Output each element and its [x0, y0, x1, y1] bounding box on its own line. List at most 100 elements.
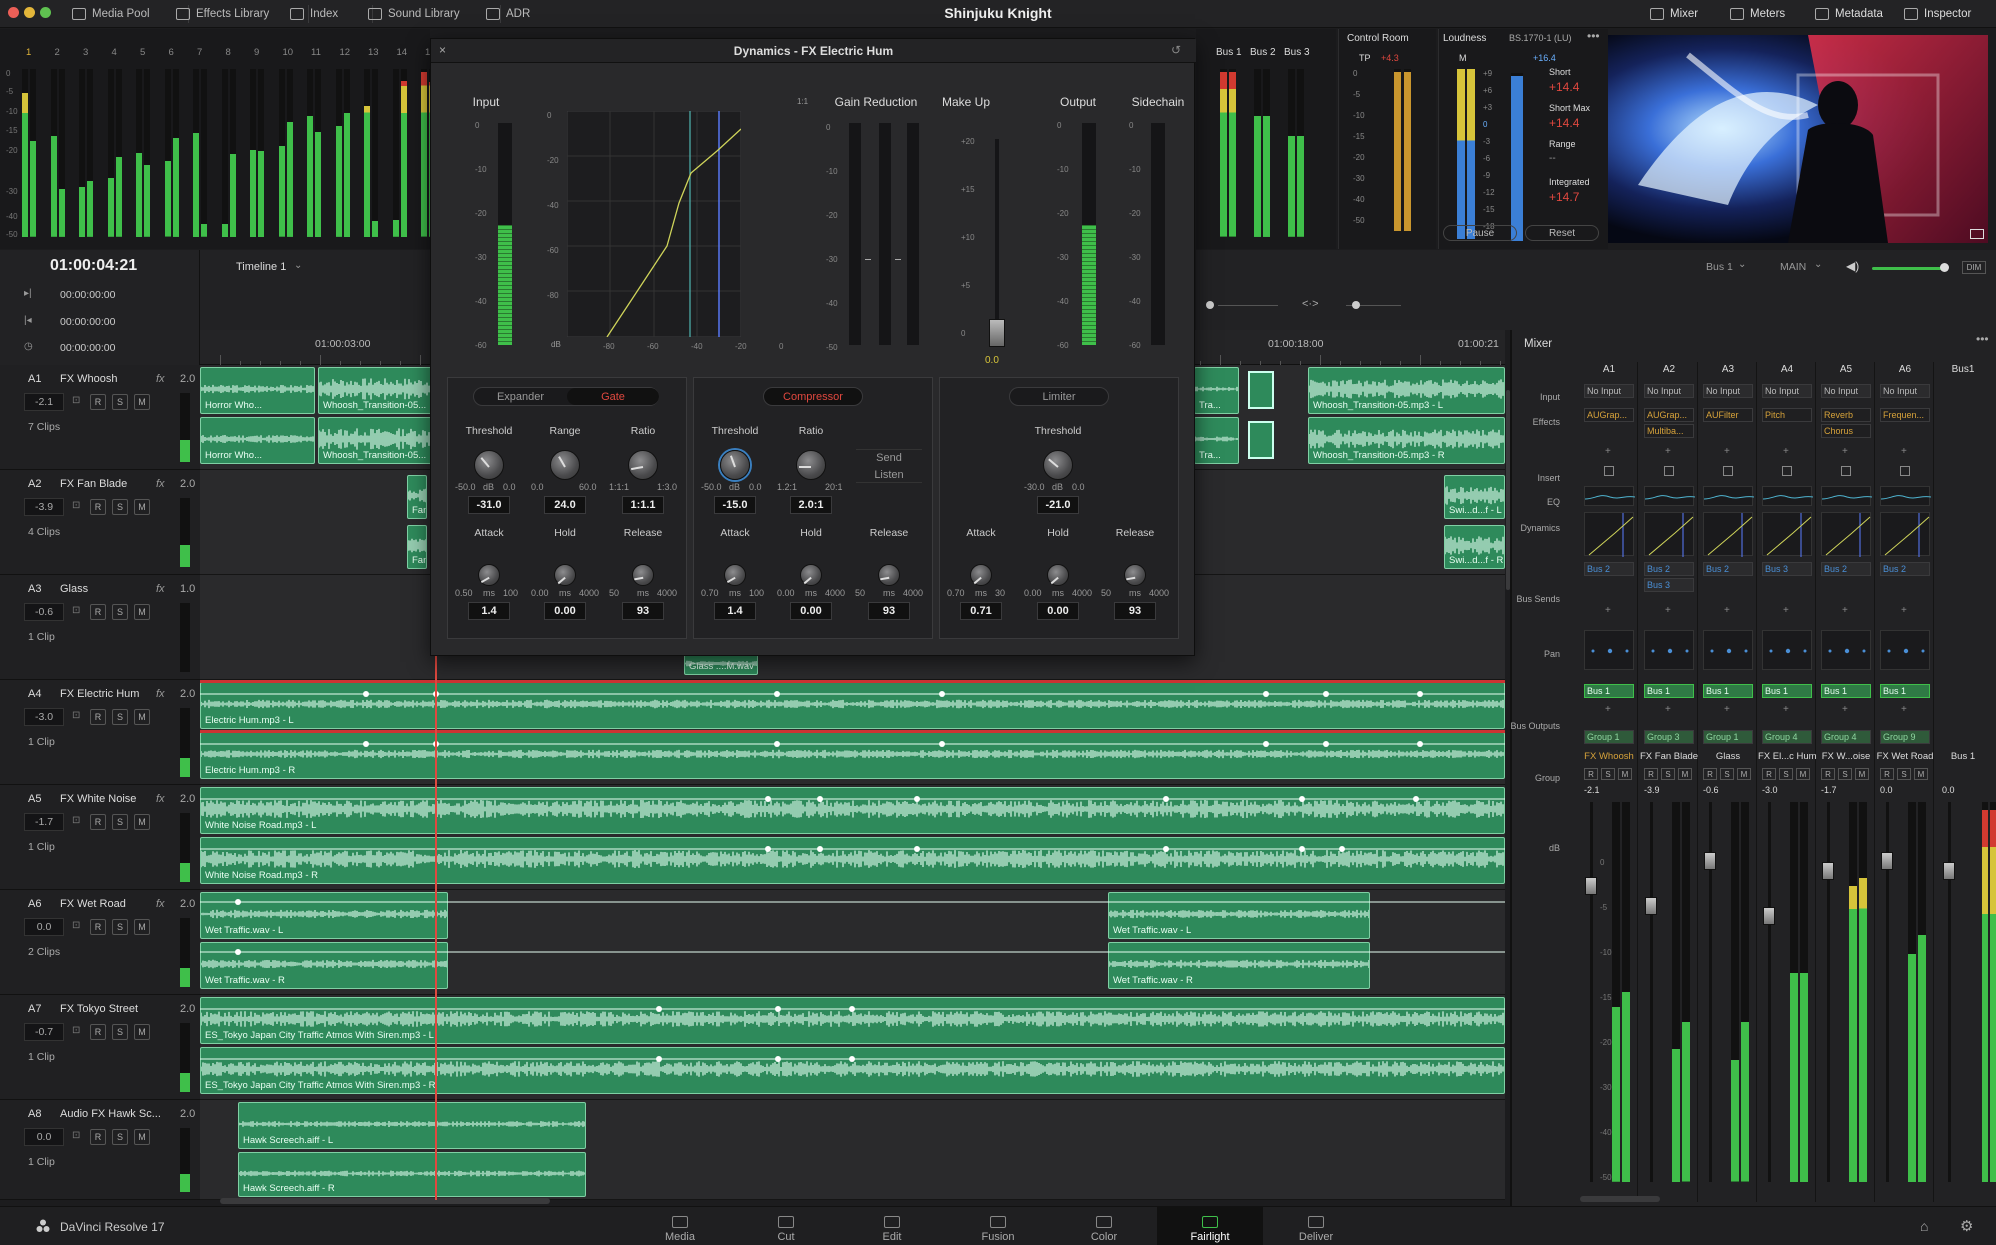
strip-bus-output[interactable]: Bus 1 [1644, 684, 1694, 698]
strip-add-output-icon[interactable]: + [1901, 704, 1907, 715]
strip-add-send-icon[interactable]: + [1605, 605, 1611, 616]
strip-add-output-icon[interactable]: + [1783, 704, 1789, 715]
automation-keyframe[interactable] [235, 949, 241, 955]
automation-keyframe[interactable] [765, 796, 771, 802]
strip-dynamics-thumbnail[interactable] [1644, 512, 1694, 557]
automation-keyframe[interactable] [1339, 846, 1345, 852]
makeup-fader-track[interactable] [995, 139, 999, 339]
mixer-horizontal-scrollbar[interactable] [1580, 1196, 1660, 1202]
track-mute-button[interactable]: M [134, 919, 150, 935]
volume-automation-line[interactable] [200, 1054, 1505, 1064]
compressor-toggle[interactable]: Compressor [763, 387, 863, 406]
strip-eq-thumbnail[interactable] [1703, 486, 1755, 506]
out-timecode[interactable]: 00:00:00:00 [60, 316, 115, 328]
automation-keyframe[interactable] [939, 741, 945, 747]
track-volume-field[interactable]: 0.0 [24, 1128, 64, 1146]
track-name[interactable]: FX Tokyo Street [60, 1003, 138, 1015]
track-lock-icon[interactable]: ⊡ [72, 605, 80, 616]
track-header-a7[interactable]: A7 FX Tokyo Street 2.0 -0.7 ⊡ R S M 1 Clip [0, 995, 200, 1100]
strip-record-arm-button[interactable]: R [1644, 768, 1658, 780]
strip-add-send-icon[interactable]: + [1665, 605, 1671, 616]
audio-clip[interactable]: Whoosh_Transition-05.mp3 - R [1308, 417, 1505, 464]
strip-input-select[interactable]: No Input [1703, 384, 1753, 398]
strip-solo-button[interactable]: S [1779, 768, 1793, 780]
strip-add-effect-icon[interactable]: + [1724, 446, 1730, 457]
track-solo-button[interactable]: S [112, 394, 128, 410]
automation-keyframe[interactable] [1417, 691, 1423, 697]
strip-group[interactable]: Group 3 [1644, 730, 1694, 744]
strip-insert-toggle[interactable] [1604, 466, 1614, 476]
track-name[interactable]: FX Fan Blade [60, 478, 127, 490]
track-lock-icon[interactable]: ⊡ [72, 1130, 80, 1141]
page-tab-edit[interactable]: Edit [839, 1206, 945, 1245]
compressor-ratio-knob[interactable] [796, 450, 826, 480]
automation-keyframe[interactable] [656, 1006, 662, 1012]
audio-clip[interactable]: Hawk Screech.aiff - L [238, 1102, 586, 1149]
automation-keyframe[interactable] [1163, 846, 1169, 852]
gate-threshold-value[interactable]: -31.0 [468, 496, 510, 514]
limiter-hold-knob[interactable] [1047, 564, 1069, 586]
strip-effect-slot[interactable]: Reverb [1821, 408, 1871, 422]
automation-keyframe[interactable] [817, 846, 823, 852]
gate-ratio-knob[interactable] [628, 450, 658, 480]
zoom-slider-handle-left[interactable] [1206, 301, 1214, 309]
strip-fader-handle[interactable] [1943, 862, 1955, 880]
strip-fader-handle[interactable] [1645, 897, 1657, 915]
strip-pan-control[interactable] [1584, 630, 1634, 670]
strip-effect-slot[interactable]: AUGrap... [1644, 408, 1694, 422]
strip-fader-track[interactable] [1590, 802, 1593, 1182]
track-header-a6[interactable]: A6 FX Wet Road fx 2.0 0.0 ⊡ R S M 2 Clips [0, 890, 200, 995]
automation-keyframe[interactable] [1413, 796, 1419, 802]
timeline-chevron-down-icon[interactable]: ⌄ [294, 260, 302, 271]
limiter-release-value[interactable]: 93 [1114, 602, 1156, 620]
monitor-volume-slider[interactable] [1872, 267, 1942, 270]
strip-dynamics-thumbnail[interactable] [1703, 512, 1753, 557]
strip-mute-button[interactable]: M [1618, 768, 1632, 780]
track-mute-button[interactable]: M [134, 394, 150, 410]
strip-group[interactable]: Group 9 [1880, 730, 1930, 744]
strip-group[interactable]: Group 1 [1703, 730, 1753, 744]
track-solo-button[interactable]: S [112, 1024, 128, 1040]
track-header-a4[interactable]: A4 FX Electric Hum fx 2.0 -3.0 ⊡ R S M 1 Clip [0, 680, 200, 785]
track-lock-icon[interactable]: ⊡ [72, 920, 80, 931]
strip-bus-send[interactable]: Bus 2 [1880, 562, 1930, 576]
bus-select[interactable]: Bus 1 [1706, 261, 1733, 273]
compressor-hold-value[interactable]: 0.00 [790, 602, 832, 620]
track-record-arm-button[interactable]: R [90, 814, 106, 830]
settings-gear-icon[interactable]: ⚙ [1960, 1217, 1973, 1235]
strip-add-output-icon[interactable]: + [1842, 704, 1848, 715]
automation-keyframe[interactable] [1263, 741, 1269, 747]
strip-pan-control[interactable] [1703, 630, 1753, 670]
track-record-arm-button[interactable]: R [90, 919, 106, 935]
audio-clip[interactable]: Horror Who... [200, 367, 315, 414]
send-button[interactable]: Send [856, 449, 922, 465]
strip-insert-toggle[interactable] [1664, 466, 1674, 476]
track-lock-icon[interactable]: ⊡ [72, 815, 80, 826]
strip-eq-thumbnail[interactable] [1821, 486, 1873, 506]
dim-button[interactable]: DIM [1962, 261, 1986, 274]
strip-add-effect-icon[interactable]: + [1842, 446, 1848, 457]
audio-clip[interactable]: Swi...d...f - R [1444, 525, 1505, 569]
strip-bus-output[interactable]: Bus 1 [1703, 684, 1753, 698]
automation-keyframe[interactable] [1263, 691, 1269, 697]
track-record-arm-button[interactable]: R [90, 394, 106, 410]
strip-solo-button[interactable]: S [1897, 768, 1911, 780]
automation-keyframe[interactable] [849, 1056, 855, 1062]
track-volume-field[interactable]: 0.0 [24, 918, 64, 936]
strip-pan-control[interactable] [1821, 630, 1871, 670]
audio-clip[interactable]: Glass ....M.wav [684, 653, 758, 675]
strip-pan-control[interactable] [1880, 630, 1930, 670]
gate-hold-knob[interactable] [554, 564, 576, 586]
audio-clip[interactable]: Whoosh_Transition-05.mp3 - L [1308, 367, 1505, 414]
track-lock-icon[interactable]: ⊡ [72, 500, 80, 511]
strip-eq-thumbnail[interactable] [1880, 486, 1932, 506]
volume-automation-line[interactable] [200, 689, 1505, 699]
limiter-hold-value[interactable]: 0.00 [1037, 602, 1079, 620]
track-record-arm-button[interactable]: R [90, 709, 106, 725]
track-solo-button[interactable]: S [112, 1129, 128, 1145]
strip-record-arm-button[interactable]: R [1762, 768, 1776, 780]
strip-bus-send[interactable]: Bus 2 [1584, 562, 1634, 576]
automation-keyframe[interactable] [1417, 741, 1423, 747]
track-lane-a7[interactable]: ES_Tokyo Japan City Traffic Atmos With S… [200, 995, 1505, 1100]
track-mute-button[interactable]: M [134, 1024, 150, 1040]
